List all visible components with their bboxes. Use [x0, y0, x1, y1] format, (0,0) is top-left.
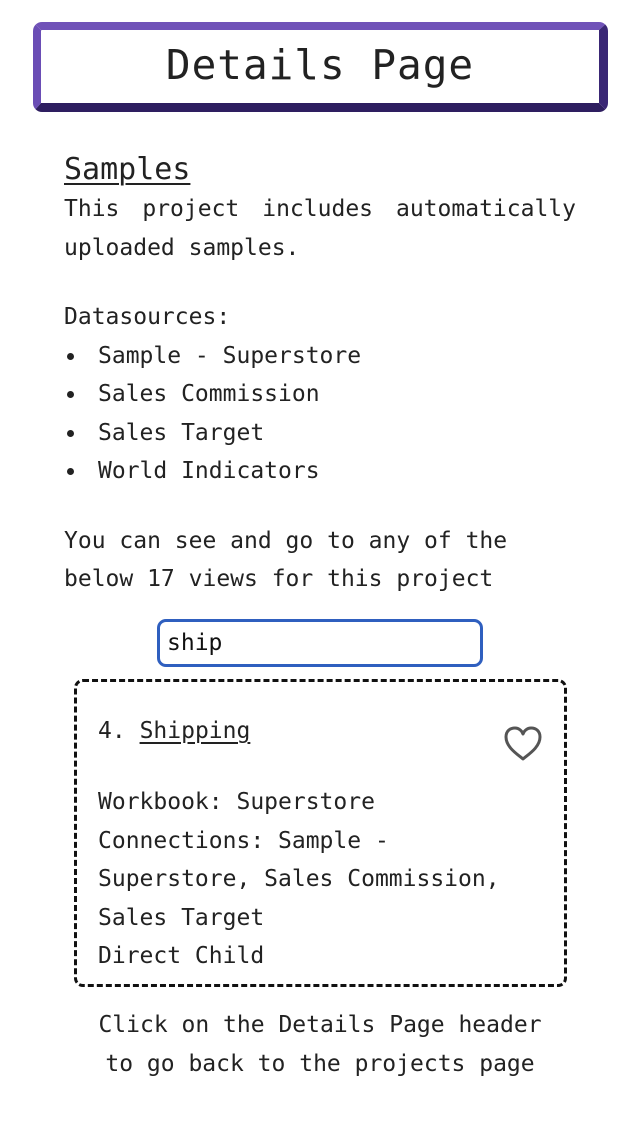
- project-description: This project includes automatically uplo…: [64, 196, 576, 261]
- view-card: 4. Shipping Workbook: Superstore Connect…: [74, 679, 567, 987]
- view-card-title-row: 4. Shipping: [98, 715, 544, 764]
- view-connections: Connections: Sample - Superstore, Sales …: [98, 827, 500, 931]
- list-item: Sales Target: [64, 414, 576, 453]
- project-details: Samples This project includes automatica…: [64, 150, 576, 599]
- view-relation: Direct Child: [98, 943, 265, 969]
- view-link[interactable]: Shipping: [140, 718, 251, 744]
- view-title: 4. Shipping: [98, 715, 250, 747]
- list-item: Sales Commission: [64, 375, 576, 414]
- datasources-label: Datasources:: [64, 304, 231, 330]
- list-item: World Indicators: [64, 452, 576, 491]
- view-workbook: Workbook: Superstore: [98, 789, 375, 815]
- heart-outline-icon[interactable]: [502, 724, 544, 764]
- list-item: Sample - Superstore: [64, 337, 576, 376]
- datasources-list: Sample - Superstore Sales Commission Sal…: [64, 337, 576, 491]
- section-title: Samples: [64, 152, 191, 187]
- details-page-header[interactable]: Details Page: [33, 22, 608, 112]
- footer-note: Click on the Details Page header to go b…: [98, 1012, 542, 1077]
- page-title[interactable]: Details Page: [166, 45, 474, 86]
- search-input[interactable]: [157, 619, 483, 667]
- view-index: 4.: [98, 718, 126, 744]
- views-count-text: You can see and go to any of the below 1…: [64, 527, 508, 593]
